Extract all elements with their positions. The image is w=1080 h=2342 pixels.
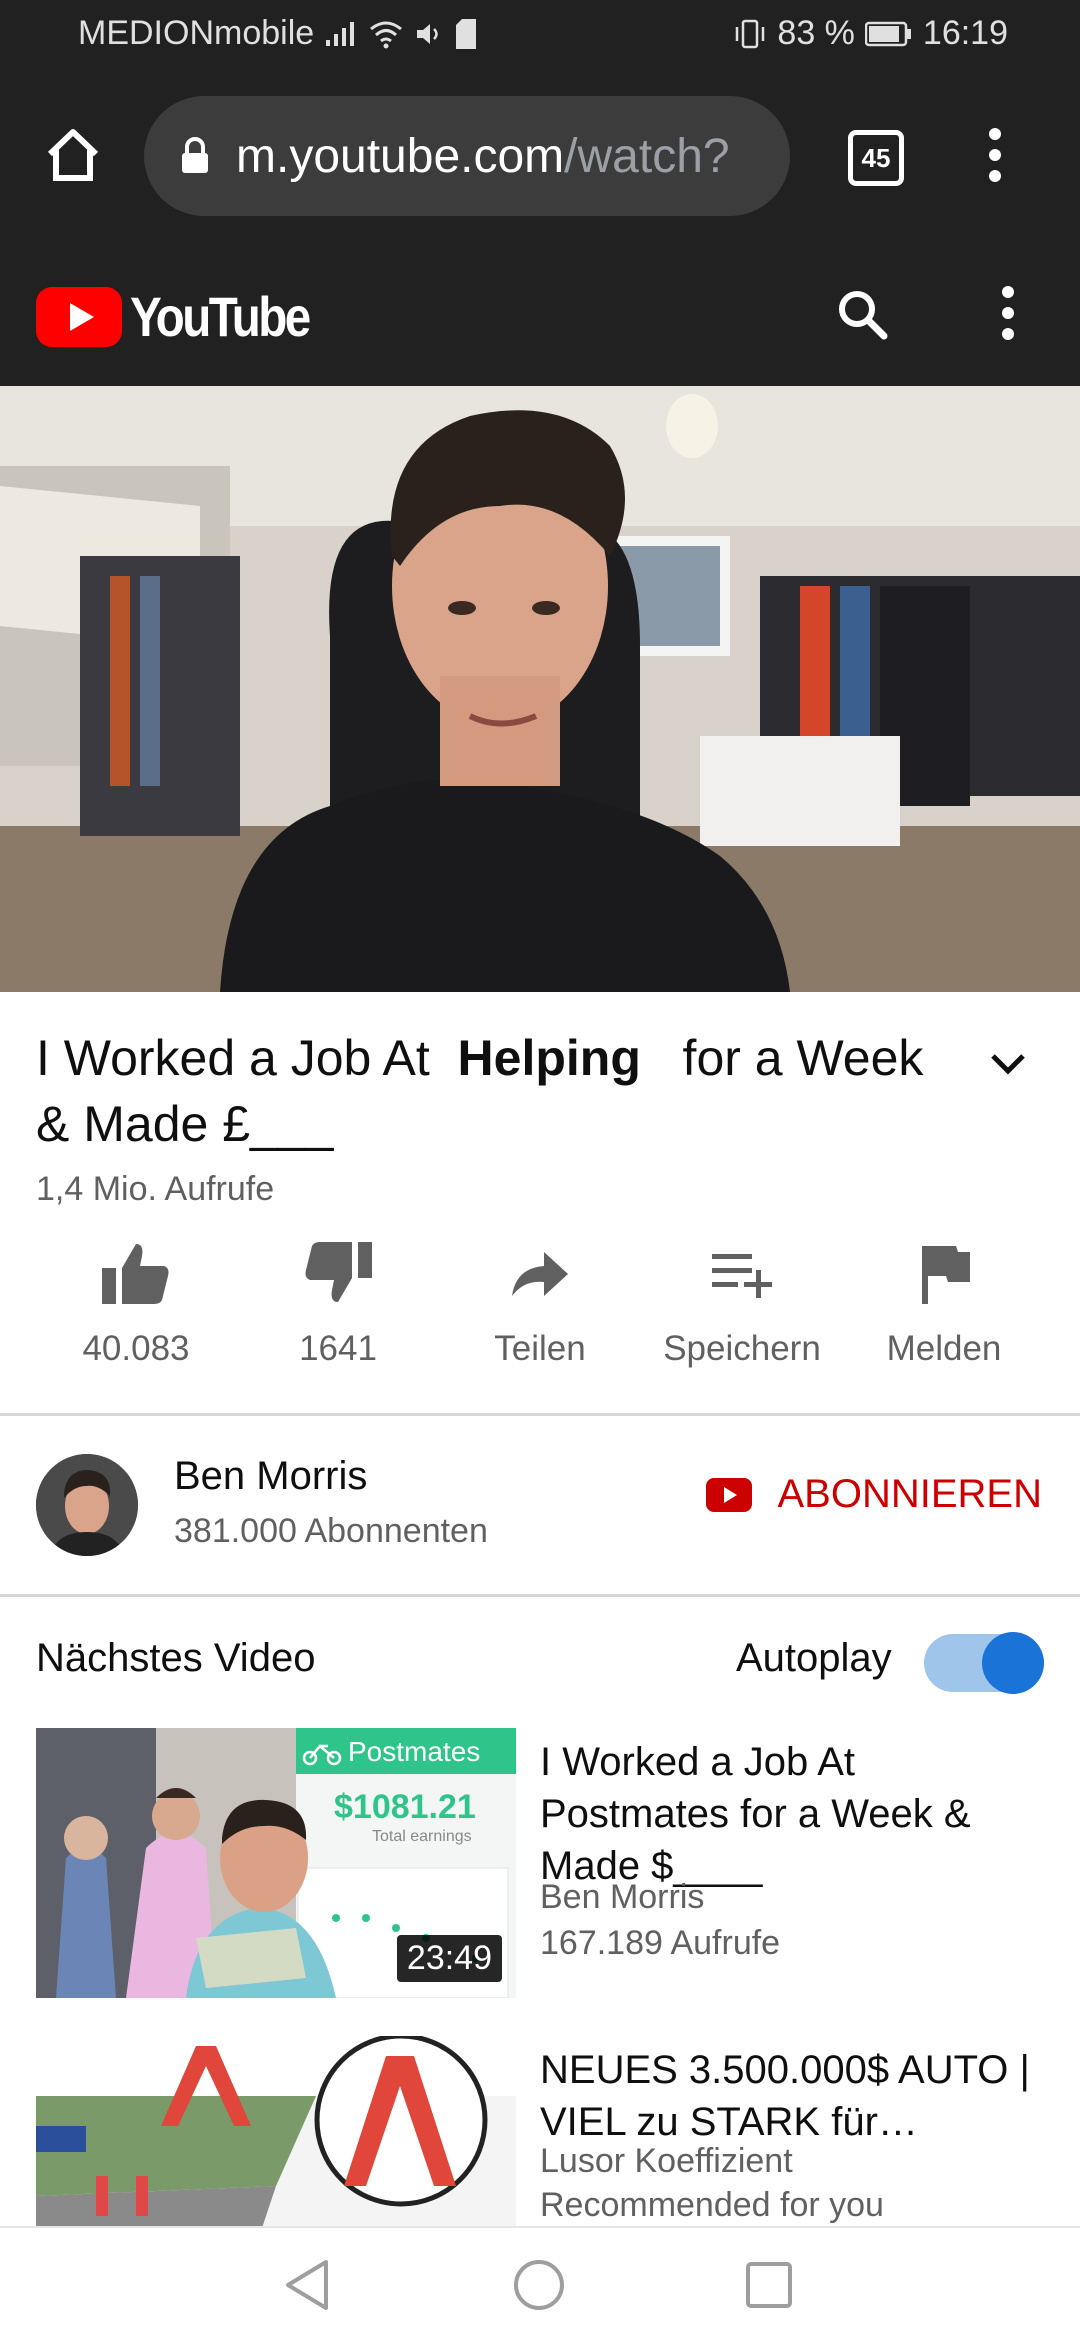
title-part2: for a Week bbox=[682, 1030, 924, 1086]
url-domain: m.youtube.com bbox=[236, 129, 565, 183]
channel-name[interactable]: Ben Morris bbox=[174, 1454, 367, 1499]
youtube-header: YouTube bbox=[0, 240, 1080, 386]
thumb-amount: $1081.21 bbox=[334, 1788, 476, 1826]
subscribe-button[interactable]: ABONNIEREN bbox=[705, 1472, 1043, 1517]
recommended-title[interactable]: I Worked a Job At Postmates for a Week &… bbox=[540, 1736, 1040, 1892]
video-title[interactable]: I Worked a Job At Helping for a Week & M… bbox=[36, 1025, 976, 1157]
video-thumbnail[interactable] bbox=[36, 2036, 516, 2226]
back-icon[interactable] bbox=[282, 2258, 332, 2312]
youtube-play-icon bbox=[36, 286, 122, 347]
video-thumbnail[interactable]: Postmates $1081.21 Total earnings 23:49 bbox=[36, 1728, 516, 1998]
youtube-logo[interactable]: YouTube bbox=[36, 284, 340, 349]
share-icon bbox=[512, 1252, 568, 1296]
toggle-knob bbox=[982, 1632, 1044, 1694]
recommended-channel: Lusor Koeffizient bbox=[540, 2142, 793, 2180]
home-circle-icon[interactable] bbox=[512, 2258, 566, 2312]
report-label: Melden bbox=[886, 1329, 1002, 1368]
battery-icon bbox=[864, 21, 911, 46]
browser-menu-icon[interactable] bbox=[980, 124, 1010, 186]
share-button[interactable]: Teilen bbox=[440, 1240, 640, 1369]
title-part1: I Worked a Job At bbox=[36, 1030, 430, 1086]
recommended-channel: Ben Morris bbox=[540, 1878, 705, 1916]
recommended-video-2[interactable]: NEUES 3.500.000$ AUTO | VIEL zu STARK fü… bbox=[0, 2036, 1080, 2226]
clock: 16:19 bbox=[922, 14, 1008, 52]
flag-icon bbox=[922, 1246, 970, 1304]
view-count: 1,4 Mio. Aufrufe bbox=[36, 1170, 275, 1208]
action-bar: 40.083 1641 Teilen Speichern Melden bbox=[0, 1240, 1080, 1390]
url-text: m.youtube.com/watch? bbox=[236, 129, 730, 184]
search-icon[interactable] bbox=[834, 286, 890, 342]
title-line2: & Made £___ bbox=[36, 1096, 334, 1152]
video-player[interactable] bbox=[0, 386, 1080, 992]
tab-switcher-button[interactable]: 45 bbox=[848, 130, 904, 186]
battery-percent: 83 % bbox=[777, 14, 855, 52]
recents-icon[interactable] bbox=[744, 2260, 794, 2310]
playlist-add-icon bbox=[712, 1254, 772, 1298]
delivery-bike-icon bbox=[302, 1744, 342, 1766]
save-label: Speichern bbox=[663, 1329, 821, 1368]
carrier-name: MEDIONmobile bbox=[78, 14, 315, 52]
channel-row: Ben Morris 381.000 Abonnenten ABONNIEREN bbox=[0, 1416, 1080, 1594]
browser-toolbar: m.youtube.com/watch? 45 bbox=[0, 72, 1080, 240]
wifi-icon bbox=[370, 21, 403, 48]
address-bar[interactable]: m.youtube.com/watch? bbox=[144, 96, 790, 216]
system-navigation-bar bbox=[0, 2226, 1080, 2342]
up-next-header: Nächstes Video Autoplay bbox=[0, 1600, 1080, 1720]
title-highlight: Helping bbox=[457, 1030, 641, 1086]
up-next-label: Nächstes Video bbox=[36, 1636, 316, 1680]
volume-icon bbox=[417, 23, 438, 44]
recommended-video-1[interactable]: Postmates $1081.21 Total earnings 23:49 … bbox=[0, 1728, 1080, 2008]
subscribe-label: ABONNIEREN bbox=[777, 1472, 1043, 1516]
youtube-subscribe-icon bbox=[705, 1477, 752, 1512]
lock-icon bbox=[182, 137, 208, 173]
tab-count: 45 bbox=[861, 143, 891, 173]
dislike-button[interactable]: 1641 bbox=[238, 1240, 438, 1369]
logo-text: YouTube bbox=[130, 285, 311, 348]
home-icon[interactable] bbox=[42, 124, 104, 186]
autoplay-label: Autoplay bbox=[736, 1636, 892, 1680]
thumbs-down-icon bbox=[305, 1242, 372, 1302]
like-count: 40.083 bbox=[82, 1329, 190, 1368]
thumbnail-brand-badge: Postmates bbox=[302, 1736, 480, 1768]
thumb-brand: Postmates bbox=[348, 1736, 481, 1767]
like-button[interactable]: 40.083 bbox=[36, 1240, 236, 1369]
recommended-views: 167.189 Aufrufe bbox=[540, 1924, 781, 1962]
recommended-reason: Recommended for you bbox=[540, 2186, 884, 2224]
signal-icon bbox=[326, 21, 355, 46]
save-button[interactable]: Speichern bbox=[642, 1240, 842, 1369]
autoplay-toggle[interactable] bbox=[924, 1632, 1044, 1694]
divider bbox=[0, 1594, 1080, 1597]
status-left: MEDIONmobile bbox=[78, 14, 478, 53]
vibrate-icon bbox=[736, 19, 765, 48]
channel-avatar[interactable] bbox=[36, 1454, 138, 1556]
expand-chevron-icon[interactable] bbox=[988, 1050, 1028, 1078]
header-menu-icon[interactable] bbox=[996, 284, 1020, 342]
video-frame bbox=[0, 386, 1080, 992]
thumbs-up-icon bbox=[102, 1244, 169, 1304]
video-duration: 23:49 bbox=[396, 1935, 502, 1982]
share-label: Teilen bbox=[494, 1329, 586, 1368]
thumb-sub: Total earnings bbox=[372, 1828, 472, 1845]
status-right: 83 % 16:19 bbox=[733, 14, 1008, 53]
status-bar: MEDIONmobile 83 % 16:19 bbox=[0, 0, 1080, 72]
sd-card-icon bbox=[456, 18, 477, 49]
subscriber-count: 381.000 Abonnenten bbox=[174, 1512, 488, 1550]
dislike-count: 1641 bbox=[299, 1329, 377, 1368]
url-path: /watch? bbox=[564, 129, 730, 183]
recommended-title[interactable]: NEUES 3.500.000$ AUTO | VIEL zu STARK fü… bbox=[540, 2044, 1040, 2148]
report-button[interactable]: Melden bbox=[844, 1240, 1044, 1369]
